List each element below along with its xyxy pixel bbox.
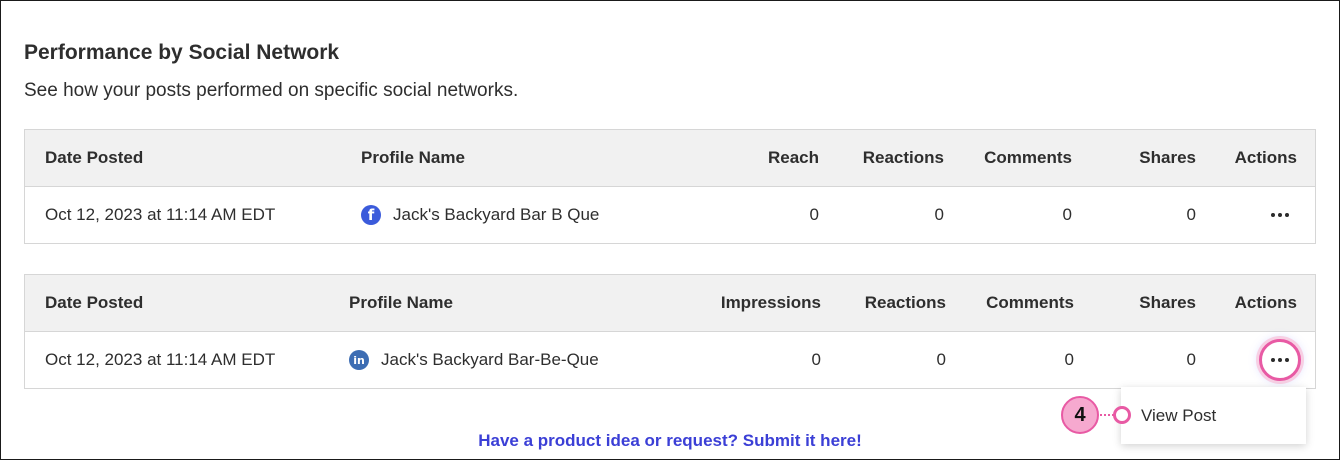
facebook-icon: f — [361, 205, 381, 225]
row-reactions: 0 — [934, 205, 944, 224]
section-subtitle: See how your posts performed on specific… — [24, 80, 519, 101]
linkedin-performance-table: Date Posted Profile Name Impressions Rea… — [24, 274, 1316, 389]
header-comments: Comments — [986, 293, 1074, 312]
product-idea-link[interactable]: Have a product idea or request? Submit i… — [0, 431, 1340, 451]
header-date-posted: Date Posted — [45, 148, 144, 167]
row-shares: 0 — [1186, 350, 1196, 369]
row-reach: 0 — [809, 205, 819, 224]
header-comments: Comments — [984, 148, 1072, 167]
table-row: Oct 12, 2023 at 11:14 AM EDT in Jack's B… — [25, 332, 1315, 388]
callout-connector — [1100, 414, 1114, 416]
row-shares: 0 — [1186, 205, 1196, 224]
table-header: Date Posted Profile Name Impressions Rea… — [25, 275, 1315, 332]
row-actions — [1205, 332, 1301, 388]
dot — [1285, 213, 1289, 217]
row-reactions: 0 — [936, 350, 946, 369]
row-date-posted: Oct 12, 2023 at 11:14 AM EDT — [45, 205, 276, 224]
row-actions — [1205, 187, 1295, 243]
header-actions: Actions — [1234, 293, 1297, 312]
table-header: Date Posted Profile Name Reach Reactions… — [25, 130, 1315, 187]
header-shares: Shares — [1139, 293, 1196, 312]
table-row: Oct 12, 2023 at 11:14 AM EDT f Jack's Ba… — [25, 187, 1315, 243]
dot — [1278, 358, 1282, 362]
row-comments: 0 — [1062, 205, 1072, 224]
header-actions: Actions — [1234, 148, 1297, 167]
more-actions-button[interactable] — [1265, 200, 1295, 230]
row-profile: f Jack's Backyard Bar B Que — [361, 187, 599, 243]
menu-item-view-post[interactable]: View Post — [1141, 406, 1216, 426]
header-impressions: Impressions — [720, 293, 821, 312]
profile-name: Jack's Backyard Bar B Que — [393, 205, 600, 224]
header-reach: Reach — [767, 148, 819, 167]
dot — [1271, 358, 1275, 362]
header-profile-name: Profile Name — [361, 148, 465, 167]
callout-target-ring — [1113, 406, 1131, 424]
row-impressions: 0 — [811, 350, 821, 369]
dot — [1271, 213, 1275, 217]
dot — [1278, 213, 1282, 217]
linkedin-icon: in — [349, 350, 369, 370]
header-profile-name: Profile Name — [349, 293, 453, 312]
more-actions-button[interactable] — [1259, 339, 1301, 381]
header-shares: Shares — [1139, 148, 1196, 167]
row-date-posted: Oct 12, 2023 at 11:14 AM EDT — [45, 350, 276, 369]
row-profile: in Jack's Backyard Bar-Be-Que — [349, 332, 599, 388]
step-callout-badge: 4 — [1061, 396, 1099, 434]
header-date-posted: Date Posted — [45, 293, 144, 312]
row-comments: 0 — [1064, 350, 1074, 369]
header-reactions: Reactions — [862, 148, 944, 167]
profile-name: Jack's Backyard Bar-Be-Que — [381, 350, 599, 369]
section-title: Performance by Social Network — [24, 41, 340, 64]
dot — [1285, 358, 1289, 362]
facebook-performance-table: Date Posted Profile Name Reach Reactions… — [24, 129, 1316, 244]
header-reactions: Reactions — [864, 293, 946, 312]
